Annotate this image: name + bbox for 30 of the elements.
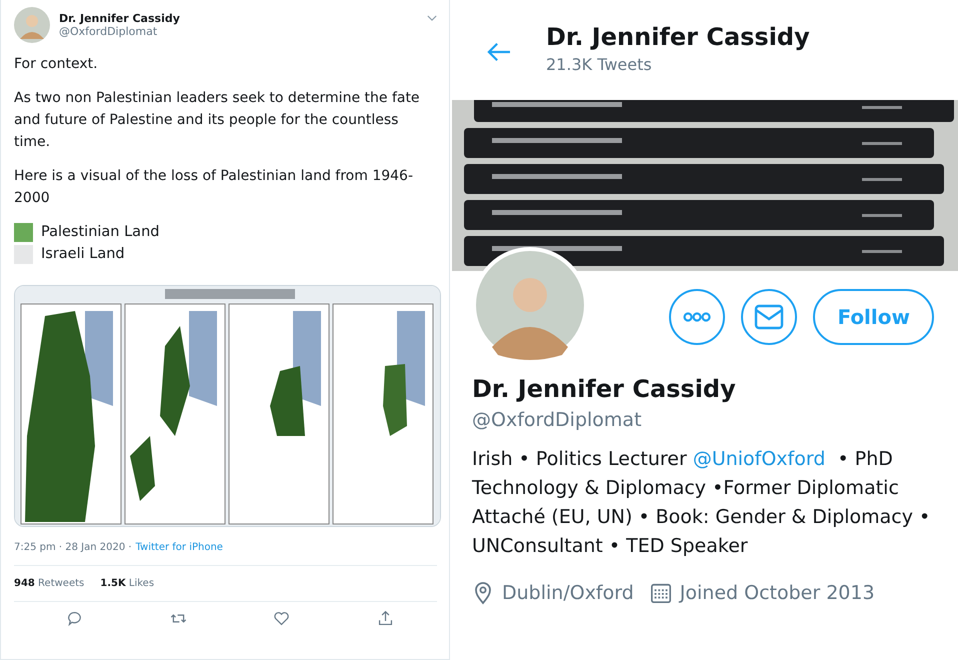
- tweet-count: 21.3K Tweets: [546, 54, 653, 74]
- envelope-icon: [754, 304, 784, 330]
- source-link[interactable]: Twitter for iPhone: [136, 542, 223, 553]
- calendar-icon: [650, 581, 672, 605]
- author-name[interactable]: Dr. Jennifer Cassidy: [59, 12, 418, 25]
- share-icon[interactable]: [376, 610, 394, 627]
- avatar[interactable]: [14, 7, 50, 43]
- tweet-text: Here is a visual of the loss of Palestinian land from 1946-2000: [14, 167, 414, 208]
- joined-date: Joined October 2013: [680, 582, 875, 604]
- profile-bio: Irish • Politics Lecturer @UniofOxford • PhD Technology & Diplomacy •Former Diplomatic Attaché (EU, UN) • Book: Gender & Diplomacy • UNConsultant • TED Speaker: [472, 447, 932, 559]
- tweet-text: For context.: [14, 55, 99, 74]
- legend-label: Israeli Land: [41, 246, 125, 262]
- location-pin-icon: [472, 581, 494, 605]
- profile-name: Dr. Jennifer Cassidy: [472, 375, 737, 403]
- mention-link[interactable]: @UniofOxford: [692, 448, 826, 470]
- heart-icon[interactable]: [273, 610, 290, 627]
- back-arrow-icon[interactable]: [486, 40, 512, 62]
- tweet-text: As two non Palestinian leaders seek to determine the fate and future of Palestine and its people for the countless time.: [14, 89, 421, 152]
- engagement-count[interactable]: 948 Retweets: [14, 578, 84, 589]
- author-handle[interactable]: @OxfordDiplomat: [59, 25, 418, 38]
- location-text: Dublin/Oxford: [502, 582, 634, 604]
- reply-icon[interactable]: [66, 610, 83, 627]
- engagement-count[interactable]: 1.5K Likes: [100, 578, 154, 589]
- profile-title: Dr. Jennifer Cassidy: [546, 22, 810, 50]
- more-icon: [683, 312, 712, 322]
- timestamp[interactable]: 7:25 pm · 28 Jan 2020 ·: [14, 542, 132, 553]
- chevron-icon[interactable]: [427, 15, 437, 22]
- follow-button[interactable]: Follow: [813, 289, 934, 345]
- profile-handle: @OxfordDiplomat: [472, 409, 643, 431]
- legend-label: Palestinian Land: [41, 224, 160, 240]
